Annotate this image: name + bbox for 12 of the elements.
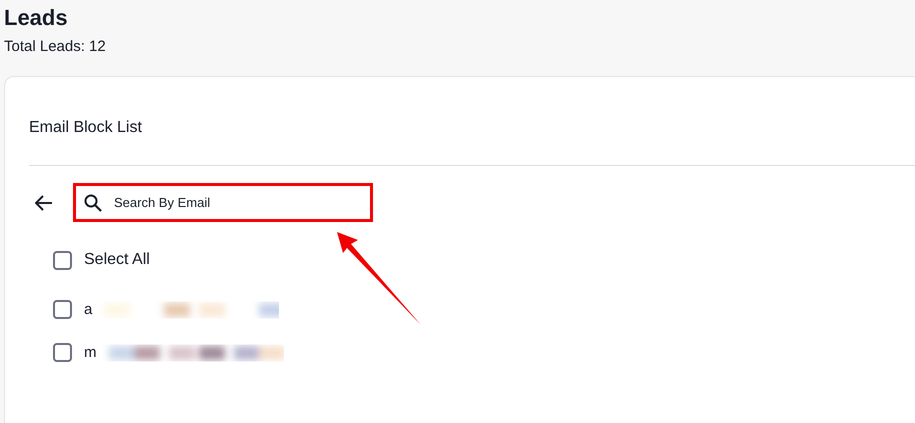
select-all-label: Select All bbox=[84, 251, 150, 269]
email-text: m bbox=[84, 344, 96, 361]
search-input[interactable]: Search By Email bbox=[112, 194, 336, 211]
card-title: Email Block List bbox=[29, 118, 142, 138]
checkbox[interactable] bbox=[53, 300, 72, 319]
search-field[interactable]: Search By Email bbox=[73, 183, 373, 222]
total-leads-text: Total Leads: 12 bbox=[4, 38, 106, 56]
page-title: Leads bbox=[4, 4, 68, 32]
checkbox[interactable] bbox=[53, 250, 72, 270]
search-icon bbox=[84, 194, 102, 212]
email-text: a bbox=[84, 301, 92, 318]
checkbox[interactable] bbox=[53, 343, 72, 362]
